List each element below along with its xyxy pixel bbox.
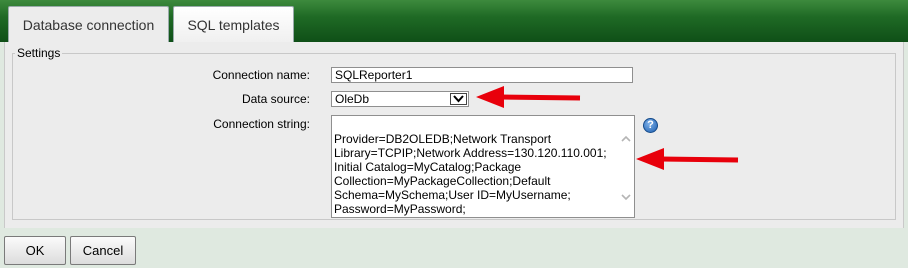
connection-string-label: Connection string: <box>213 117 310 131</box>
connection-string-textarea[interactable]: Provider=DB2OLEDB;Network Transport Libr… <box>331 115 635 218</box>
data-source-select[interactable]: OleDb <box>331 91 469 107</box>
settings-legend: Settings <box>17 46 61 60</box>
scroll-down-icon[interactable] <box>620 192 632 202</box>
connection-string-value: Provider=DB2OLEDB;Network Transport Libr… <box>334 132 607 216</box>
tab-bar: Database connection SQL templates <box>0 0 908 43</box>
scroll-up-icon[interactable] <box>620 134 632 144</box>
cancel-button[interactable]: Cancel <box>70 236 136 265</box>
ok-button[interactable]: OK <box>4 236 66 265</box>
help-icon[interactable]: ? <box>643 118 658 133</box>
chevron-down-icon[interactable] <box>450 93 467 105</box>
data-source-value: OleDb <box>335 92 370 106</box>
tab-database-connection[interactable]: Database connection <box>8 6 169 43</box>
tab-sql-templates[interactable]: SQL templates <box>173 6 294 42</box>
connection-name-input[interactable]: SQLReporter1 <box>331 67 633 83</box>
connection-name-label: Connection name: <box>212 68 310 82</box>
data-source-label: Data source: <box>241 92 310 106</box>
